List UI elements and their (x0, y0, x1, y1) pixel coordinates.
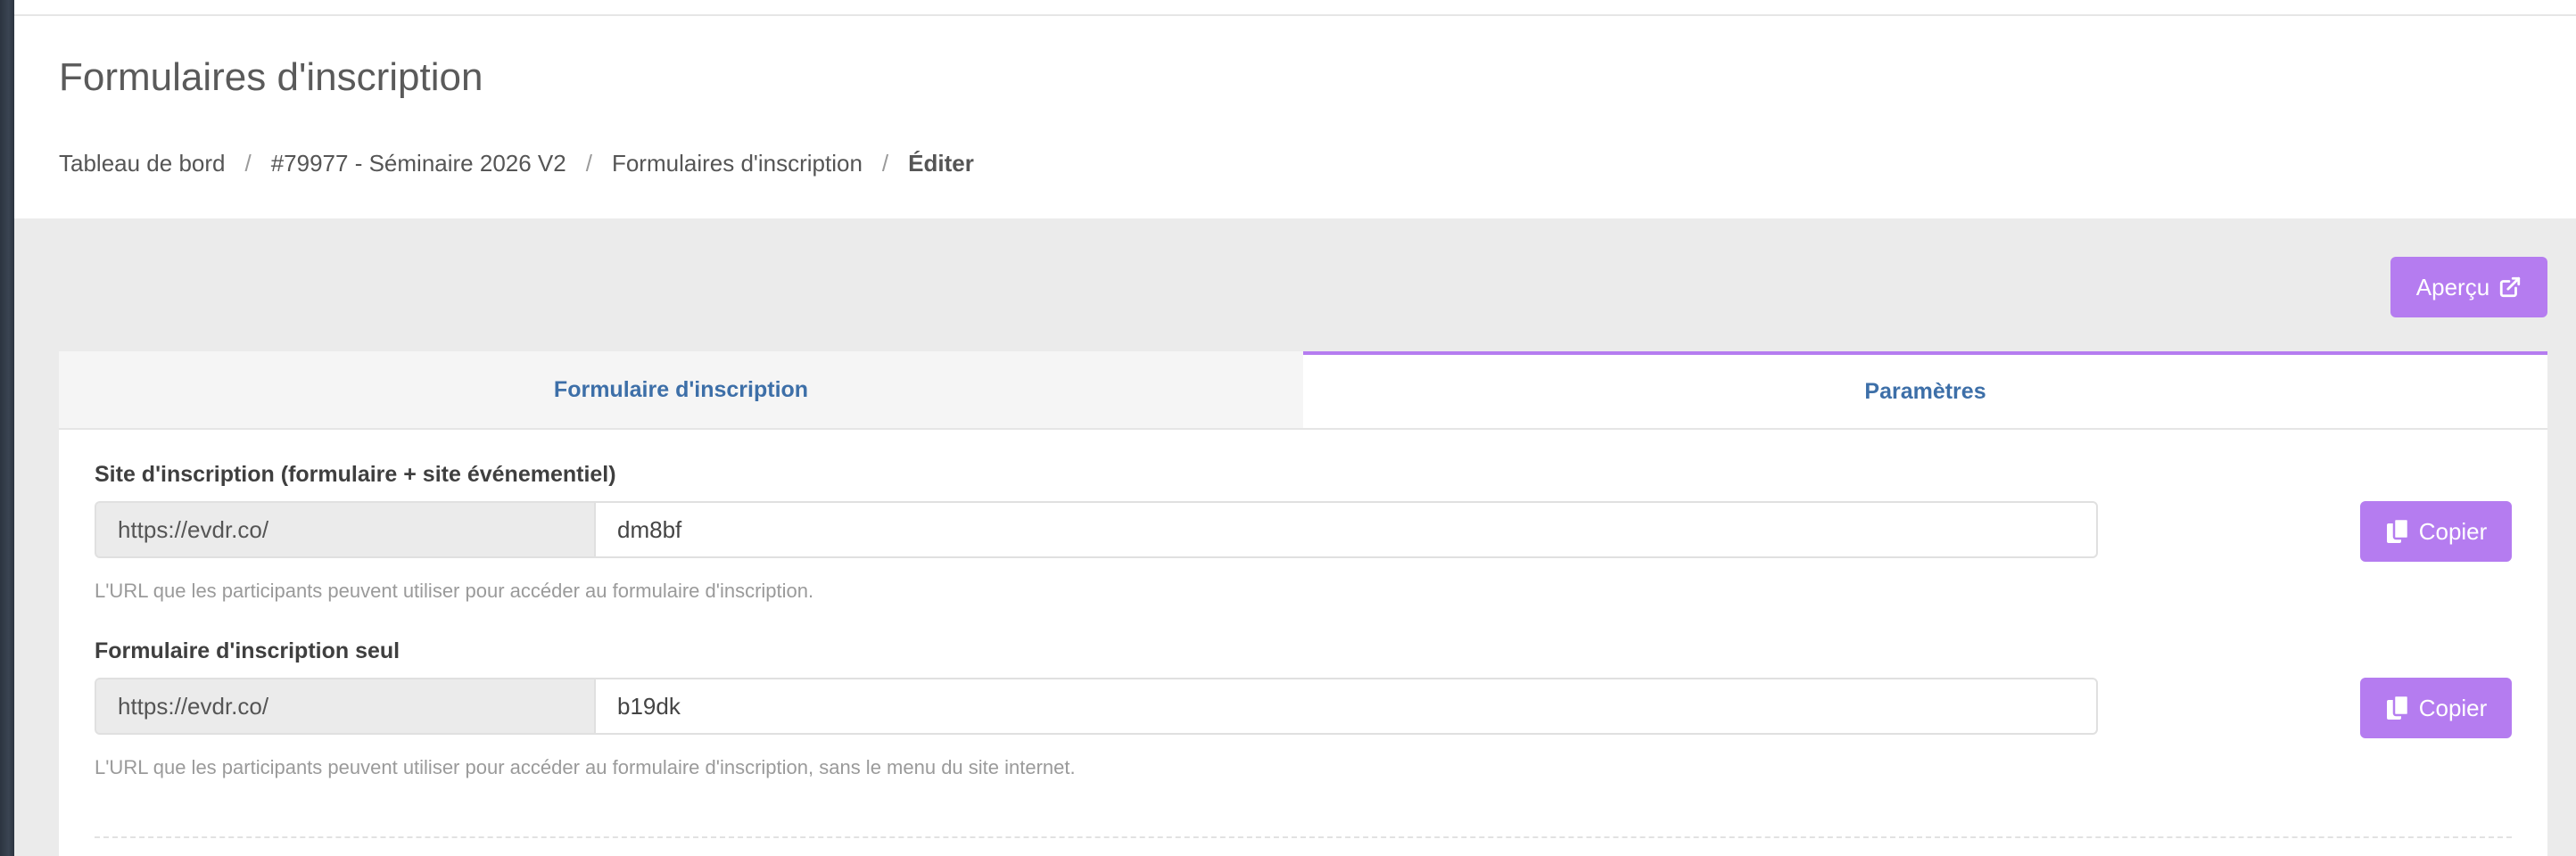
registration-site-label: Site d'inscription (formulaire + site év… (95, 462, 616, 487)
breadcrumb-item-dashboard[interactable]: Tableau de bord (59, 150, 225, 177)
breadcrumb-item-forms[interactable]: Formulaires d'inscription (612, 150, 863, 177)
standalone-form-slug-input[interactable] (594, 678, 2098, 735)
standalone-form-label: Formulaire d'inscription seul (95, 638, 400, 663)
window-edge (0, 0, 14, 856)
preview-button[interactable]: Aperçu (2390, 257, 2547, 317)
registration-site-slug-input[interactable] (594, 501, 2098, 558)
copy-icon (2385, 695, 2410, 721)
page-header: Formulaires d'inscription Tableau de bor… (14, 16, 2576, 218)
section-divider (95, 836, 2512, 838)
breadcrumb-separator: / (585, 150, 592, 177)
standalone-form-help: L'URL que les participants peuvent utili… (95, 756, 1076, 778)
breadcrumb-item-event[interactable]: #79977 - Séminaire 2026 V2 (271, 150, 566, 177)
url-prefix: https://evdr.co/ (95, 678, 596, 735)
url-prefix: https://evdr.co/ (95, 501, 596, 558)
breadcrumb: Tableau de bord / #79977 - Séminaire 202… (59, 150, 974, 177)
breadcrumb-item-current: Éditer (908, 150, 974, 177)
tab-bar: Formulaire d'inscription Paramètres (59, 351, 2547, 430)
external-link-icon (2498, 276, 2522, 299)
breadcrumb-separator: / (881, 150, 889, 177)
tab-settings[interactable]: Paramètres (1303, 351, 2547, 428)
copy-registration-site-button[interactable]: Copier (2360, 501, 2512, 562)
copy-button-label: Copier (2418, 694, 2488, 721)
preview-button-label: Aperçu (2415, 273, 2490, 300)
copy-standalone-form-button[interactable]: Copier (2360, 678, 2512, 738)
tab-registration-form[interactable]: Formulaire d'inscription (59, 351, 1303, 428)
page-title: Formulaires d'inscription (59, 55, 483, 99)
breadcrumb-separator: / (244, 150, 252, 177)
copy-button-label: Copier (2418, 517, 2488, 545)
top-bar (14, 0, 2576, 16)
registration-site-url-group: https://evdr.co/ (95, 501, 2098, 560)
standalone-form-url-group: https://evdr.co/ (95, 678, 2098, 737)
copy-icon (2385, 518, 2410, 545)
registration-site-help: L'URL que les participants peuvent utili… (95, 580, 814, 602)
settings-panel: Site d'inscription (formulaire + site év… (59, 430, 2547, 856)
